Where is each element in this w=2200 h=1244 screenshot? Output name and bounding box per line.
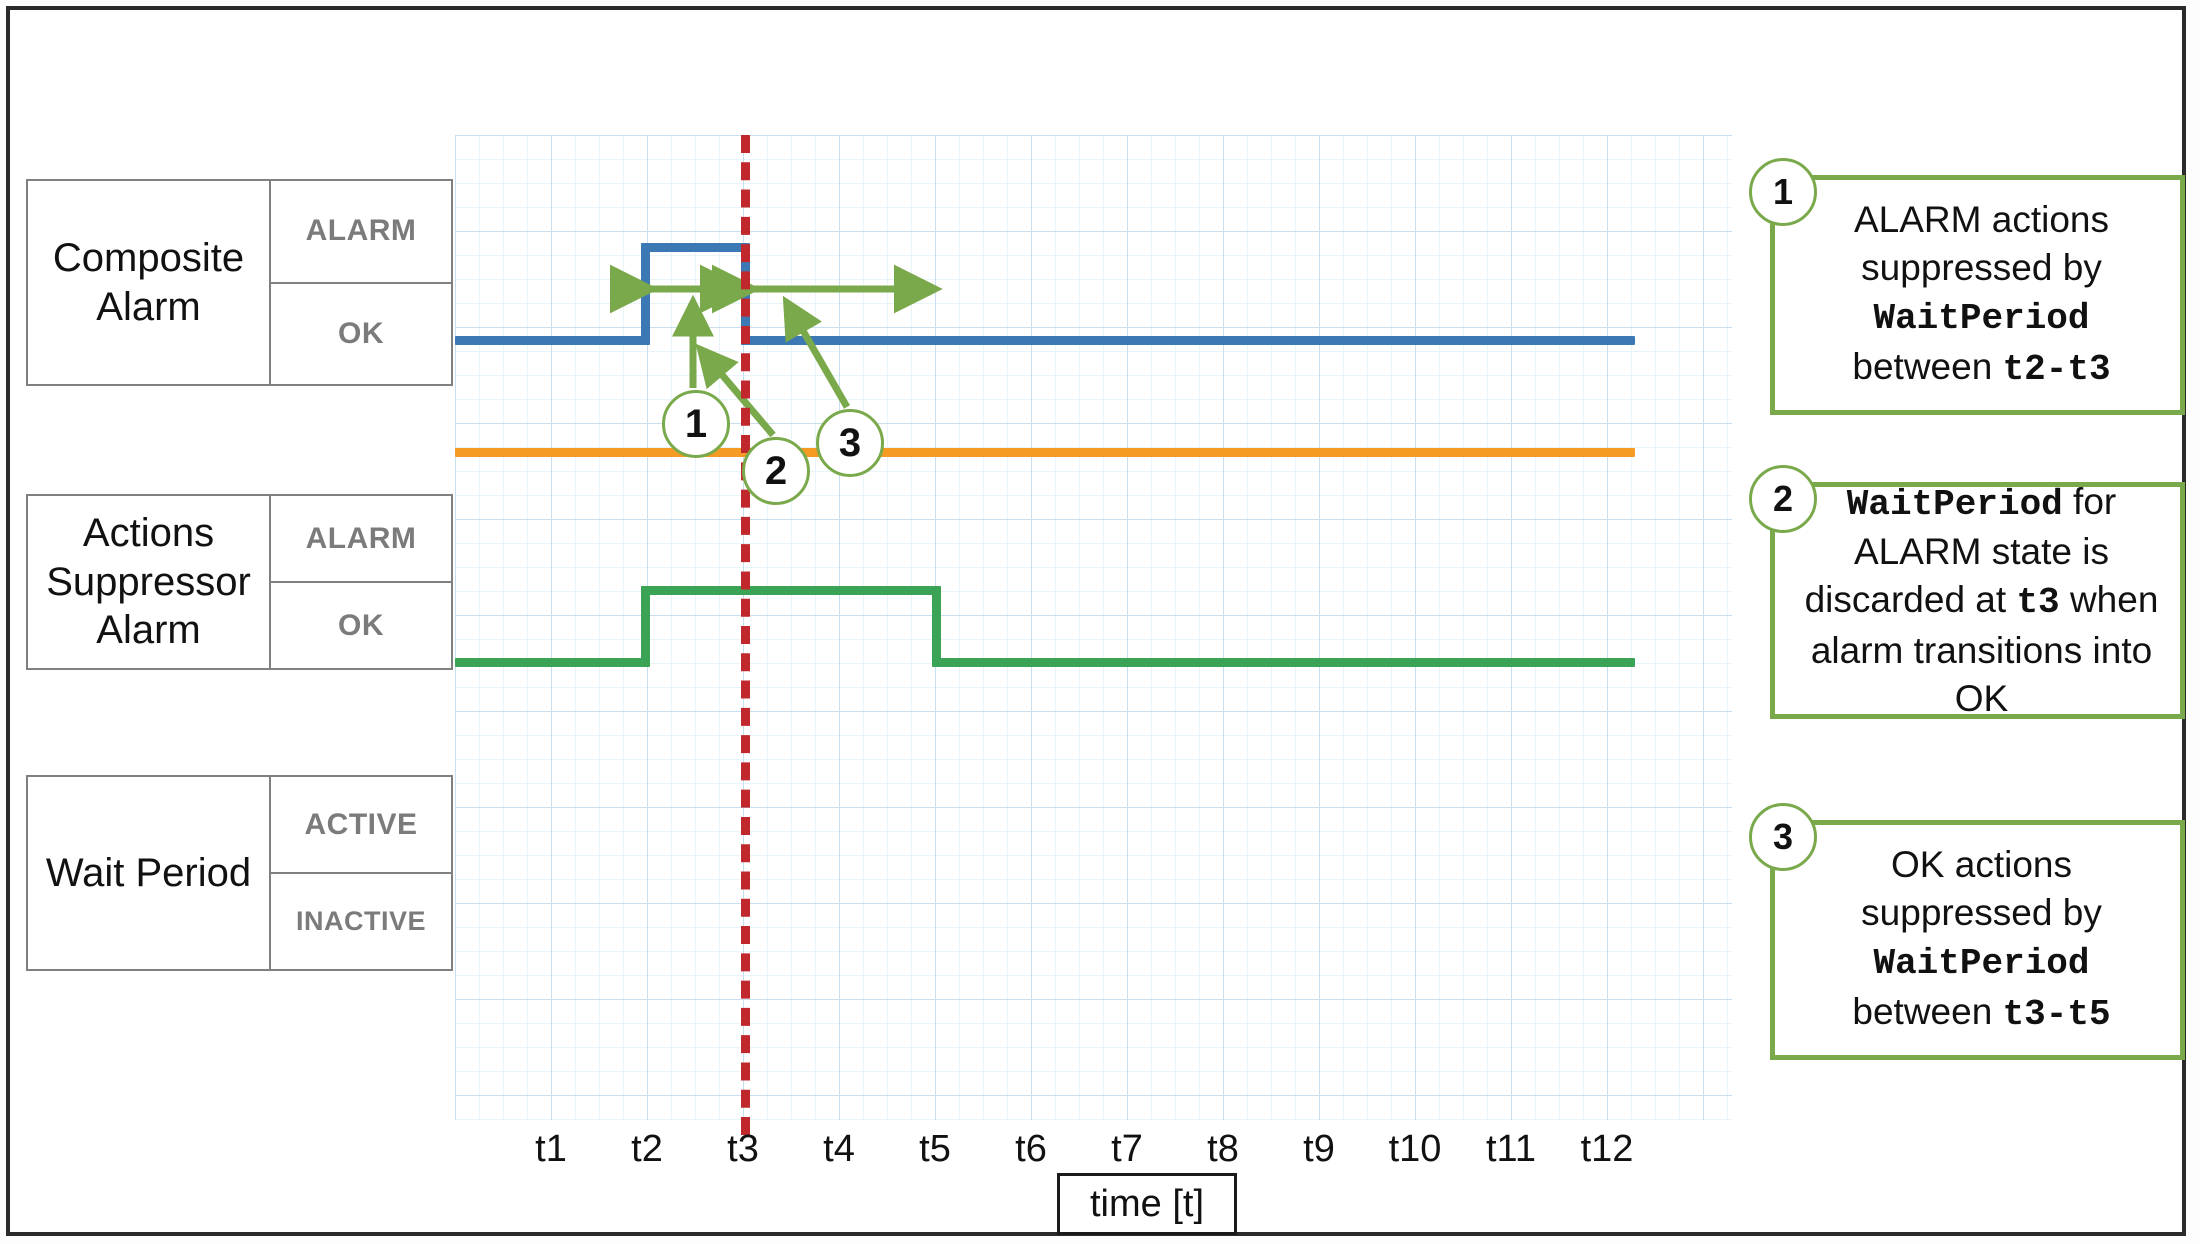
x-axis-label: time [t] [1057, 1173, 1237, 1235]
blue-seg-low-left [475, 336, 646, 345]
signal-legend-wait-period: Wait Period ACTIVE INACTIVE [26, 775, 453, 971]
green-fall-edge [932, 586, 941, 667]
plot-marker-3-label: 3 [838, 420, 862, 465]
callout-text-part-1: WaitPeriod [1873, 943, 2090, 985]
state-cell-ok: OK [338, 316, 384, 350]
callout-1-badge[interactable]: 1 [1749, 158, 1817, 226]
state-cells: ACTIVE INACTIVE [271, 777, 451, 969]
orange-seg-low [455, 448, 1635, 457]
callout-text-part-3: t2-t3 [2002, 349, 2111, 391]
signal-legend-composite-alarm: Composite Alarm ALARM OK [26, 179, 453, 386]
state-cell-ok: OK [338, 608, 384, 642]
callout-2-text: WaitPeriod for ALARM state is discarded … [1801, 478, 2162, 724]
plot-marker-2-label: 2 [764, 448, 788, 493]
signal-name-actions-suppressor: Actions Suppressor Alarm [28, 496, 271, 668]
callout-text-part-2: between [1852, 991, 2003, 1033]
callout-2-number: 2 [1772, 478, 1794, 519]
x-tick-t12: t12 [1580, 1128, 1634, 1170]
callout-3-text: OK actions suppressed by WaitPeriod betw… [1801, 841, 2162, 1039]
callout-1-number: 1 [1772, 171, 1794, 212]
x-axis-label-text: time [t] [1089, 1182, 1205, 1225]
green-seg-low-right [932, 658, 1635, 667]
callout-3-number: 3 [1772, 816, 1794, 857]
green-rise-edge [641, 586, 650, 667]
callout-text-part-3: t3-t5 [2002, 994, 2111, 1036]
callout-3: OK actions suppressed by WaitPeriod betw… [1770, 820, 2185, 1060]
timing-plot-area: 1 2 3 [455, 135, 1732, 1120]
state-cell-inactive: INACTIVE [295, 906, 426, 936]
callout-2: WaitPeriod for ALARM state is discarded … [1770, 481, 2185, 719]
blue-rise-edge [641, 243, 650, 345]
callout-1: ALARM actions suppressed by WaitPeriod b… [1770, 175, 2185, 415]
diagram-frame: 1 2 3 Composite Alarm ALARM OK Actions S… [6, 6, 2186, 1236]
callout-text-part-0: OK actions suppressed by [1861, 844, 2102, 934]
callout-2-badge[interactable]: 2 [1749, 465, 1817, 533]
signal-legend-actions-suppressor: Actions Suppressor Alarm ALARM OK [26, 494, 453, 670]
callout-text-part-2: between [1852, 346, 2003, 388]
state-cells: ALARM OK [271, 181, 451, 384]
callout-3-badge[interactable]: 3 [1749, 803, 1817, 871]
callout-text-part-2: t3 [2016, 582, 2060, 624]
t3-marker-line [741, 135, 750, 1135]
callout-text-part-0: WaitPeriod [1846, 483, 2063, 525]
state-cells: ALARM OK [271, 496, 451, 668]
green-seg-low-left [455, 658, 646, 667]
signal-name-composite-alarm: Composite Alarm [28, 181, 271, 384]
blue-seg-low-right [741, 336, 1635, 345]
state-cell-active: ACTIVE [271, 777, 451, 874]
plot-marker-3[interactable]: 3 [816, 409, 884, 477]
plot-marker-1-label: 1 [684, 401, 708, 446]
callout-text-part-0: ALARM actions suppressed by [1854, 199, 2109, 289]
green-seg-high [641, 586, 941, 595]
signal-name-wait-period: Wait Period [28, 777, 271, 969]
plot-marker-2[interactable]: 2 [742, 437, 810, 505]
plot-marker-1[interactable]: 1 [662, 390, 730, 458]
leader-3 [782, 295, 851, 409]
blue-seg-high [641, 243, 749, 252]
state-cell-alarm: ALARM [271, 181, 451, 284]
callout-1-text: ALARM actions suppressed by WaitPeriod b… [1801, 196, 2162, 394]
callout-text-part-1: WaitPeriod [1873, 298, 2090, 340]
state-cell-alarm: ALARM [271, 496, 451, 583]
